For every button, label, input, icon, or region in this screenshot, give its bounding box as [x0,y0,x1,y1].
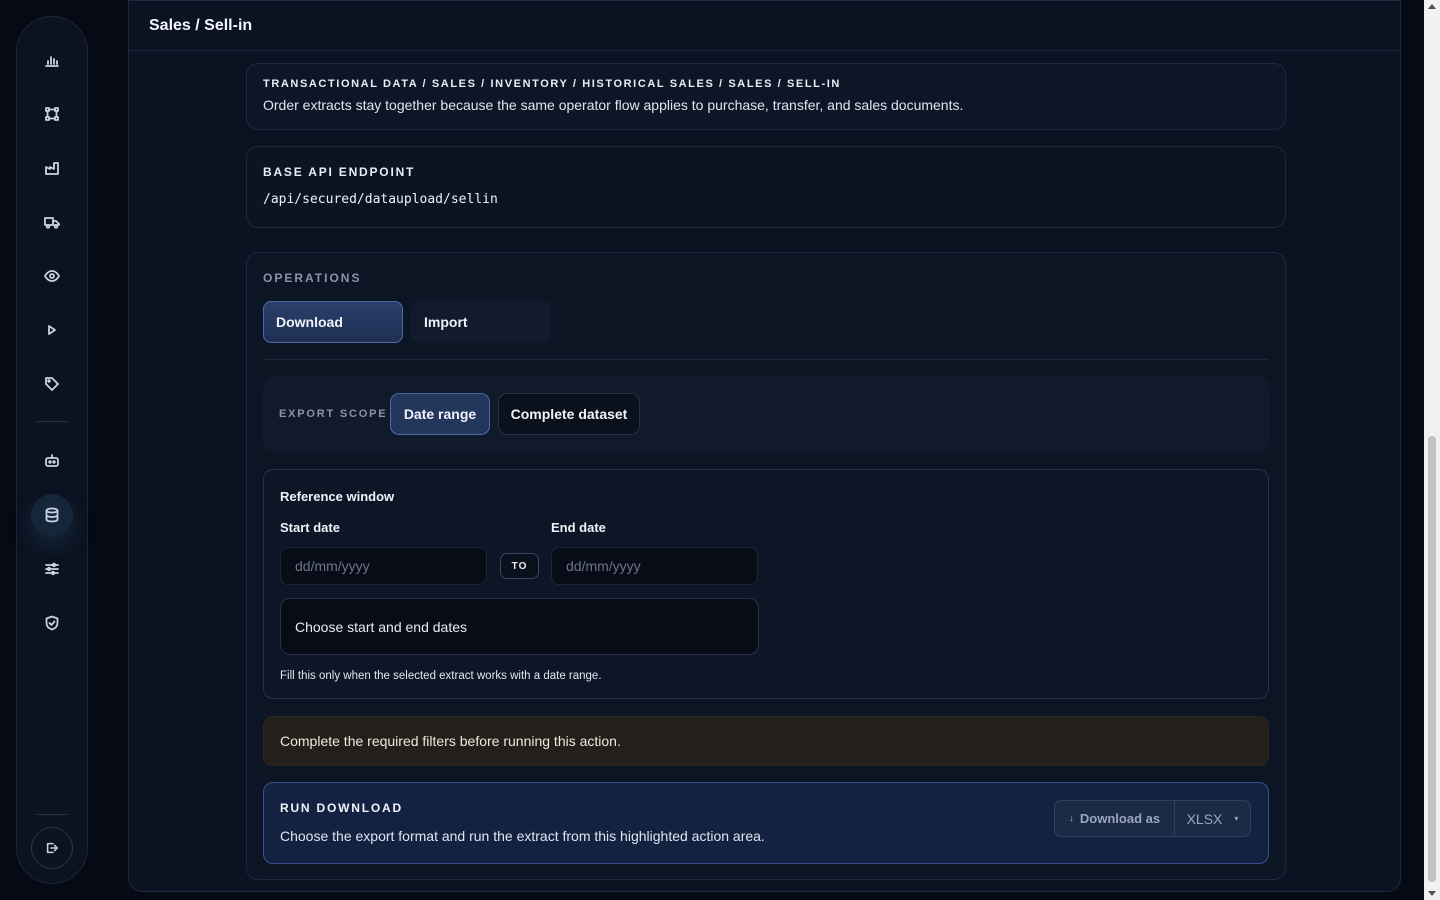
operations-divider [263,359,1269,360]
robot-icon[interactable] [31,440,73,482]
warning-banner: Complete the required filters before run… [263,716,1269,766]
truck-icon[interactable] [31,201,73,243]
run-download-description: Choose the export format and run the ext… [280,828,765,844]
endpoint-card: BASE API ENDPOINT /api/secured/datauploa… [246,146,1286,228]
tab-download[interactable]: Download [263,301,403,343]
operations-label: OPERATIONS [263,271,362,285]
breadcrumb-card: TRANSACTIONAL DATA / SALES / INVENTORY /… [246,63,1286,130]
reference-window-title: Reference window [280,489,395,504]
scroll-up-icon[interactable] [1428,4,1436,9]
breadcrumb: TRANSACTIONAL DATA / SALES / INVENTORY /… [263,78,841,90]
bar-chart-icon[interactable] [31,39,73,81]
format-select[interactable]: XLSX ▾ [1175,801,1250,836]
page-title: Sales / Sell-in [129,1,1400,51]
workflow-icon[interactable] [31,93,73,135]
play-icon[interactable] [31,309,73,351]
tag-icon[interactable] [31,363,73,405]
to-chip: TO [500,553,539,579]
start-date-label: Start date [280,520,340,535]
database-icon[interactable] [31,494,73,536]
sidebar-divider [37,814,67,815]
date-range-hint: Fill this only when the selected extract… [280,670,602,682]
sidebar-divider [37,421,67,422]
download-arrow-icon: ↓ [1068,813,1074,824]
download-as-label: Download as [1079,811,1161,826]
export-scope-label: EXPORT SCOPE [279,408,388,420]
logout-icon[interactable] [31,827,73,869]
scrollbar-thumb[interactable] [1428,436,1436,882]
chevron-down-icon: ▾ [1234,814,1239,823]
scope-date-range-button[interactable]: Date range [390,393,490,435]
operations-card: OPERATIONS Download Import EXPORT SCOPE … [246,252,1286,880]
reference-window: Reference window Start date End date dd/… [263,469,1269,699]
format-value: XLSX [1186,810,1223,827]
start-date-input[interactable]: dd/mm/yyyy [280,547,487,585]
download-split-button: ↓ Download as XLSX ▾ [1054,800,1251,837]
date-range-summary[interactable]: Choose start and end dates [280,598,759,655]
export-scope: EXPORT SCOPE Date range Complete dataset [263,376,1269,452]
sliders-icon[interactable] [31,548,73,590]
scroll-down-icon[interactable] [1428,891,1436,896]
factory-icon[interactable] [31,147,73,189]
sidebar [16,16,88,884]
endpoint-label: BASE API ENDPOINT [263,165,416,179]
end-date-label: End date [551,520,606,535]
breadcrumb-description: Order extracts stay together because the… [263,97,964,113]
tab-import[interactable]: Import [411,301,551,343]
run-download-area: RUN DOWNLOAD Choose the export format an… [263,782,1269,864]
end-date-input[interactable]: dd/mm/yyyy [551,547,758,585]
run-download-title: RUN DOWNLOAD [280,801,403,815]
eye-icon[interactable] [31,255,73,297]
scrollbar[interactable] [1424,0,1440,900]
download-as-button[interactable]: ↓ Download as [1055,801,1175,836]
endpoint-path: /api/secured/dataupload/sellin [263,192,498,207]
shield-check-icon[interactable] [31,602,73,644]
main-panel: Sales / Sell-in TRANSACTIONAL DATA / SAL… [128,0,1401,892]
scope-complete-dataset-button[interactable]: Complete dataset [498,393,640,435]
